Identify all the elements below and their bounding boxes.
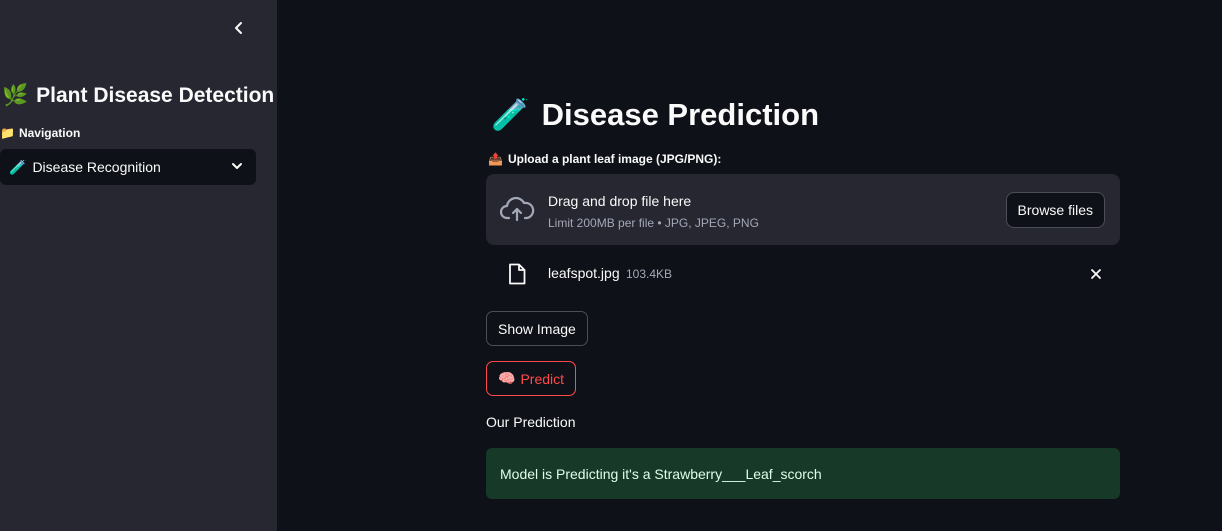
uploaded-file-size: 103.4KB <box>626 267 673 281</box>
sidebar-title-text: Plant Disease Detection <box>36 84 275 107</box>
browse-files-button[interactable]: Browse files <box>1005 192 1105 228</box>
page-title-text: Disease Prediction <box>541 96 820 132</box>
sidebar: 🌿 Plant Disease Detection 📁 Navigation 🧪… <box>0 0 277 531</box>
close-icon[interactable] <box>1089 267 1103 281</box>
uploaded-file-row: leafspot.jpg 103.4KB <box>486 255 1120 291</box>
folder-icon: 📁 <box>0 126 15 140</box>
file-icon <box>509 263 526 285</box>
file-dropzone[interactable]: Drag and drop file here Limit 200MB per … <box>486 174 1120 245</box>
brain-icon: 🧠 <box>498 370 516 386</box>
upload-tray-icon: 📤 <box>488 152 503 166</box>
herb-icon: 🌿 <box>2 84 29 107</box>
prediction-result-text: Model is Predicting it's a Strawberry___… <box>500 465 822 482</box>
predict-button[interactable]: 🧠 Predict <box>486 361 577 396</box>
chevron-down-icon <box>232 163 242 169</box>
sidebar-title: 🌿 Plant Disease Detection <box>2 84 274 108</box>
dropzone-limit-text: Limit 200MB per file • JPG, JPEG, PNG <box>548 216 759 230</box>
navigation-label-text: Navigation <box>18 126 81 140</box>
prediction-heading: Our Prediction <box>486 414 576 430</box>
test-tube-icon: 🧪 <box>491 97 530 132</box>
chevron-left-icon <box>235 22 242 34</box>
page-select[interactable]: 🧪 Disease Recognition <box>0 149 256 185</box>
upload-label: 📤 Upload a plant leaf image (JPG/PNG): <box>488 152 721 166</box>
page-title: 🧪 Disease Prediction <box>491 96 819 133</box>
dropzone-title: Drag and drop file here <box>548 193 692 209</box>
navigation-label: 📁 Navigation <box>0 126 80 140</box>
prediction-result-alert: Model is Predicting it's a Strawberry___… <box>486 448 1120 499</box>
page-select-value: Disease Recognition <box>32 159 161 175</box>
collapse-sidebar-button[interactable] <box>229 18 249 38</box>
cloud-upload-icon <box>499 196 535 222</box>
uploaded-file-name: leafspot.jpg <box>548 265 620 281</box>
predict-label: Predict <box>520 370 565 387</box>
upload-label-text: Upload a plant leaf image (JPG/PNG): <box>507 152 722 166</box>
test-tube-icon: 🧪 <box>9 158 27 175</box>
show-image-button[interactable]: Show Image <box>486 311 588 346</box>
show-image-label: Show Image <box>498 320 576 337</box>
